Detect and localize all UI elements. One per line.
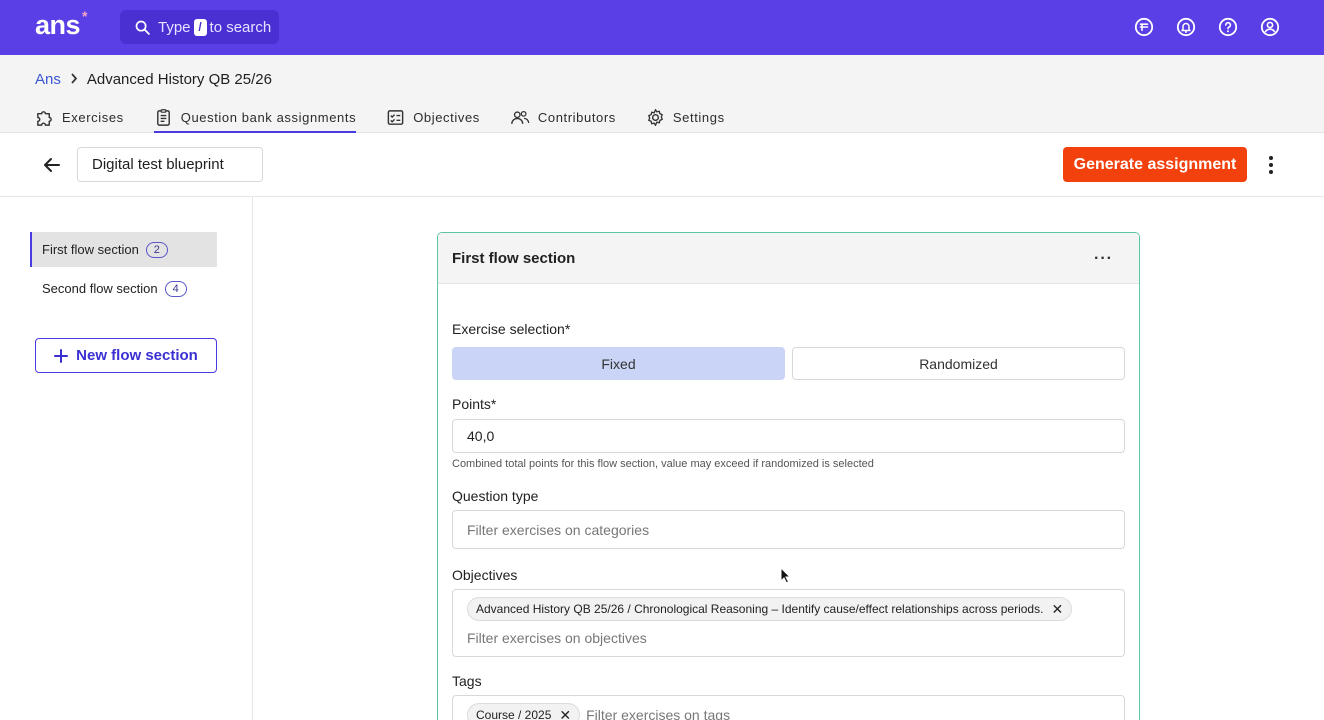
breadcrumb-current: Advanced History QB 25/26 [86,71,272,88]
tags-filter-input[interactable]: Course / 2025 ✕ Filter exercises on tags [452,695,1125,720]
flow-section-count-badge: 4 [164,280,187,297]
tab-exercises[interactable]: Exercises [35,101,124,133]
question-type-placeholder: Filter exercises on categories [467,521,650,538]
top-icons [1134,17,1280,37]
logo-mark: * [82,8,87,24]
flow-section-label: First flow section [42,242,139,257]
flow-sections-sidebar: First flow section 2 Second flow section… [0,197,253,720]
gear-icon [647,108,663,126]
exercise-selection-label: Exercise selection* [452,321,571,337]
tag-chip-label: Course / 2025 [476,708,552,720]
tab-bar: Exercises Question bank assignments Obje… [35,101,755,133]
tab-settings[interactable]: Settings [646,101,725,133]
app-logo[interactable]: ans * [35,8,87,41]
tab-label: Exercises [62,109,124,125]
arrow-left-icon [44,158,60,172]
currency-icon[interactable] [1134,17,1154,37]
close-icon[interactable]: ✕ [559,707,571,720]
question-type-filter-input[interactable]: Filter exercises on categories [452,510,1125,549]
objectives-label: Objectives [452,567,518,583]
search-prefix: Type [158,18,191,36]
objective-chip-label: Advanced History QB 25/26 / Chronologica… [476,602,1044,616]
clipboard-icon [156,108,170,126]
card-header: First flow section ··· [438,233,1139,284]
blueprint-title-input[interactable]: Digital test blueprint [77,147,263,182]
points-hint: Combined total points for this flow sect… [452,458,874,470]
sub-header: Ans Advanced History QB 25/26 Exercises … [0,55,1324,133]
search-shortcut-key: / [193,18,207,36]
breadcrumb-root-link[interactable]: Ans [35,71,61,88]
tab-question-bank-assignments[interactable]: Question bank assignments [153,101,357,133]
points-input[interactable]: 40,0 [452,419,1125,453]
tags-placeholder: Filter exercises on tags [586,707,731,720]
tag-chip[interactable]: Course / 2025 ✕ [467,703,581,720]
card-more-options-button[interactable]: ··· [1094,250,1113,268]
tab-contributors[interactable]: Contributors [510,101,616,133]
flow-section-item-first[interactable]: First flow section 2 [30,232,217,267]
flow-section-card: First flow section ··· Exercise selectio… [437,232,1140,720]
randomized-option-button[interactable]: Randomized [792,347,1125,380]
tab-label: Contributors [537,109,616,125]
search-suffix: to search [209,18,272,36]
objectives-filter-input[interactable]: Advanced History QB 25/26 / Chronologica… [452,589,1125,657]
chevron-right-icon [70,72,78,87]
new-flow-section-button[interactable]: New flow section [35,338,217,373]
tab-label: Objectives [413,109,480,125]
plus-icon [54,348,69,363]
flow-section-label: Second flow section [42,281,158,296]
checklist-icon [387,109,404,125]
tab-objectives[interactable]: Objectives [386,101,480,133]
mouse-cursor-icon [780,567,791,584]
toolbar: Digital test blueprint Generate assignme… [0,133,1324,197]
objective-chip[interactable]: Advanced History QB 25/26 / Chronologica… [467,597,1073,621]
breadcrumb: Ans Advanced History QB 25/26 [35,71,272,88]
generate-assignment-button[interactable]: Generate assignment [1063,147,1247,182]
card-title: First flow section [452,249,576,267]
flow-section-count-badge: 2 [145,241,168,258]
tab-label: Question bank assignments [180,109,357,125]
objectives-placeholder: Filter exercises on objectives [467,630,647,646]
close-icon[interactable]: ✕ [1051,601,1063,618]
back-button[interactable] [42,155,62,175]
tags-label: Tags [452,673,482,689]
question-type-label: Question type [452,488,539,504]
top-bar: ans * Type / to search [0,0,1324,55]
flow-section-item-second[interactable]: Second flow section 4 [30,271,217,306]
puzzle-icon [37,110,52,126]
tab-label: Settings [672,109,725,125]
more-options-icon[interactable] [1262,155,1280,175]
notifications-icon[interactable] [1176,17,1196,37]
account-icon[interactable] [1260,17,1280,37]
search-icon [135,20,150,35]
search-box[interactable]: Type / to search [120,10,279,44]
points-label: Points* [452,396,497,412]
logo-text: ans [35,10,81,40]
people-icon [511,110,530,124]
fixed-option-button[interactable]: Fixed [452,347,785,380]
help-icon[interactable] [1218,17,1238,37]
new-flow-section-label: New flow section [76,347,198,364]
